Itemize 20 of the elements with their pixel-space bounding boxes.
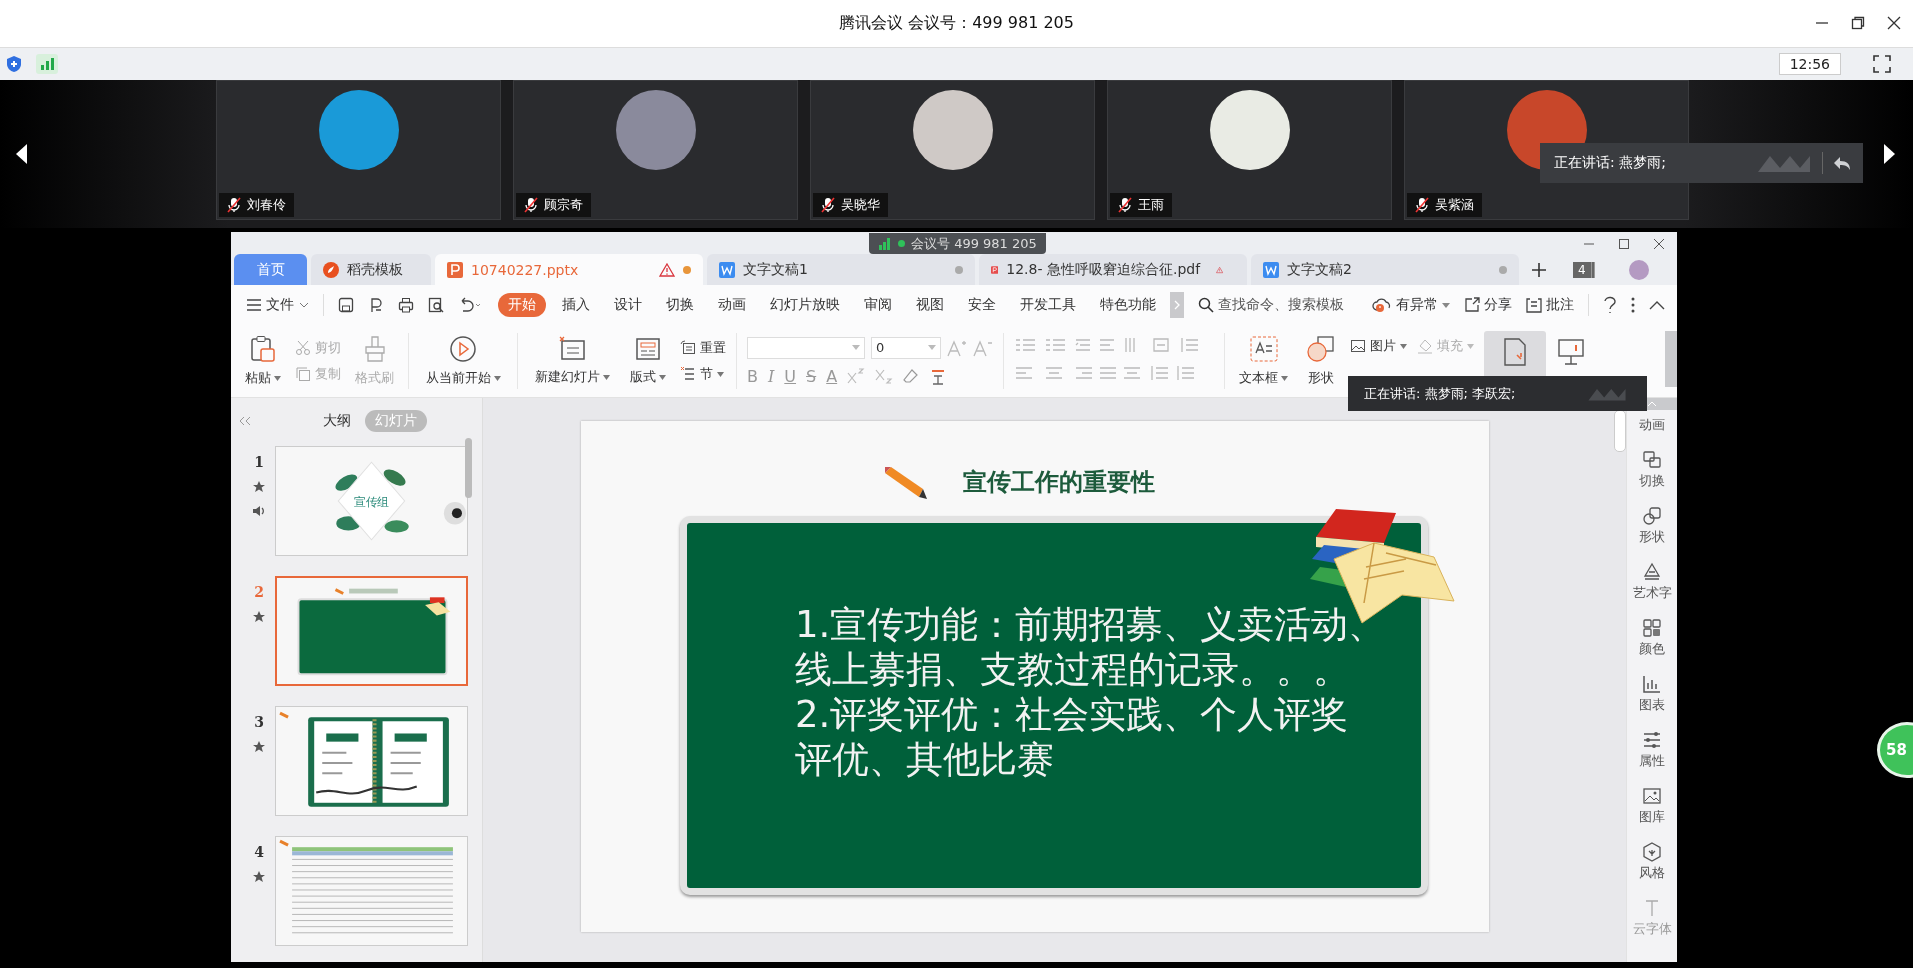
participant-name: 刘春伶 [247, 196, 286, 214]
window-title: 腾讯会议 会议号：499 981 205 [839, 13, 1074, 34]
speaking-text: 正在讲话: 燕梦雨; 李跃宏; [1364, 384, 1517, 403]
slide-number: 1 [254, 454, 264, 470]
meeting-id-text: 会议号 499 981 205 [911, 234, 1037, 253]
slide-number: 2 [254, 584, 264, 600]
thumbnail-title: 宣传组 [353, 495, 390, 510]
participant-name: 吴晓华 [841, 196, 880, 214]
slide-text: 1.宣传功能：前期招募、义卖活动、 [795, 602, 1386, 647]
slide-text: 线上募捐、支教过程的记录。。。 [795, 647, 1350, 692]
participant-name: 顾宗奇 [544, 196, 583, 214]
slide-number: 3 [254, 714, 264, 730]
slide-title: 宣传工作的重要性 [963, 467, 1155, 498]
participant-name: 吴紫涵 [1435, 196, 1474, 214]
slide-number: 4 [254, 844, 264, 860]
speaking-text: 正在讲话: 燕梦雨; [1554, 154, 1667, 172]
slide-text: 评优、其他比赛 [795, 737, 1054, 782]
participant-name: 王雨 [1138, 196, 1164, 214]
slide-text: 2.评奖评优：社会实践、个人评奖 [795, 692, 1349, 737]
meeting-time: 12:56 [1778, 53, 1841, 75]
